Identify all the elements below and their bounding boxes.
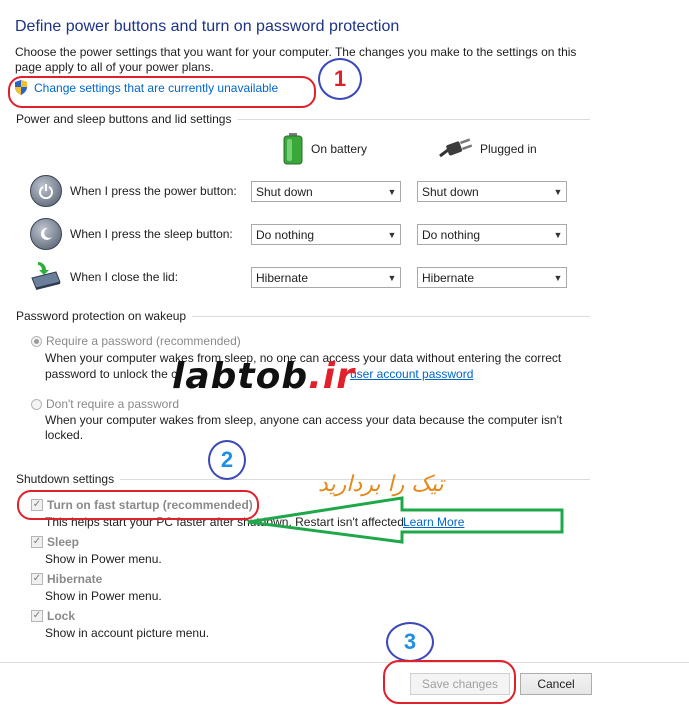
select-value: Do nothing [256, 227, 315, 242]
annotation-note: تیک را بردارید [318, 472, 444, 497]
power-section-header: Power and sleep buttons and lid settings [16, 112, 590, 126]
chevron-down-icon: ▼ [553, 229, 563, 240]
require-password-label: Require a password (recommended) [46, 334, 241, 348]
column-plugged-in-label: Plugged in [480, 142, 537, 156]
green-arrow [247, 496, 564, 544]
highlight-save-changes [383, 660, 516, 704]
require-password-radio[interactable]: Require a password (recommended) [31, 334, 241, 348]
require-password-desc-2-text: password to unlock the c [45, 367, 178, 381]
radio-empty-icon [31, 398, 42, 410]
sleep-button-row-label: When I press the sleep button: [70, 227, 233, 241]
hibernate-label: Hibernate [47, 572, 103, 586]
step-2-marker: 2 [208, 440, 246, 480]
chevron-down-icon: ▼ [553, 186, 563, 197]
watermark-main: labtob [172, 356, 309, 397]
checkmark-icon: ✓ [31, 536, 43, 548]
sleep-label: Sleep [47, 535, 80, 549]
dont-require-password-radio[interactable]: Don't require a password [31, 397, 179, 411]
sleep-button-icon [30, 218, 62, 250]
sleep-button-battery-select[interactable]: Do nothing ▼ [251, 224, 401, 245]
password-section-header: Password protection on wakeup [16, 309, 590, 323]
dont-require-password-desc: When your computer wakes from sleep, any… [45, 413, 563, 442]
watermark-suffix: .ir [308, 356, 355, 397]
sleep-button-plugged-select[interactable]: Do nothing ▼ [417, 224, 567, 245]
lock-desc: Show in account picture menu. [45, 626, 210, 640]
select-value: Hibernate [422, 270, 475, 285]
plug-icon [439, 138, 472, 158]
checkmark-icon: ✓ [31, 573, 43, 585]
radio-selected-icon [31, 335, 42, 347]
user-account-password-link[interactable]: user account password [350, 367, 473, 381]
cancel-button[interactable]: Cancel [520, 673, 592, 695]
chevron-down-icon: ▼ [553, 272, 563, 283]
select-value: Hibernate [256, 270, 309, 285]
lock-label: Lock [47, 609, 76, 623]
power-button-row-label: When I press the power button: [70, 184, 237, 198]
page-description: Choose the power settings that you want … [15, 45, 577, 74]
shutdown-section-title: Shutdown settings [16, 472, 115, 486]
column-on-battery: On battery [283, 133, 367, 165]
footer-divider [0, 662, 689, 663]
lock-checkbox[interactable]: ✓ Lock [31, 609, 75, 623]
watermark: labtob.ir [172, 356, 355, 397]
sleep-checkbox[interactable]: ✓ Sleep [31, 535, 79, 549]
step-1-marker: 1 [318, 58, 362, 100]
require-password-desc-2: password to unlock the c [45, 367, 177, 381]
select-value: Do nothing [422, 227, 481, 242]
power-button-plugged-select[interactable]: Shut down ▼ [417, 181, 567, 202]
power-button-battery-select[interactable]: Shut down ▼ [251, 181, 401, 202]
hibernate-checkbox[interactable]: ✓ Hibernate [31, 572, 102, 586]
hibernate-desc: Show in Power menu. [45, 589, 162, 603]
lid-plugged-select[interactable]: Hibernate ▼ [417, 267, 567, 288]
select-value: Shut down [256, 184, 313, 199]
lid-row-label: When I close the lid: [70, 270, 179, 284]
power-button-icon [30, 175, 62, 207]
highlight-fast-startup [17, 490, 259, 520]
chevron-down-icon: ▼ [387, 272, 397, 283]
select-value: Shut down [422, 184, 479, 199]
chevron-down-icon: ▼ [387, 229, 397, 240]
chevron-down-icon: ▼ [387, 186, 397, 197]
power-section-title: Power and sleep buttons and lid settings [16, 112, 232, 126]
step-3-marker: 3 [386, 622, 434, 662]
shutdown-section-header: Shutdown settings [16, 472, 590, 486]
column-plugged-in: Plugged in [438, 138, 537, 160]
checkmark-icon: ✓ [31, 610, 43, 622]
lid-battery-select[interactable]: Hibernate ▼ [251, 267, 401, 288]
highlight-change-settings [8, 76, 316, 108]
page-title: Define power buttons and turn on passwor… [15, 18, 400, 35]
dont-require-password-label: Don't require a password [46, 397, 180, 411]
sleep-desc: Show in Power menu. [45, 552, 162, 566]
battery-icon [283, 133, 303, 165]
column-on-battery-label: On battery [311, 142, 368, 156]
laptop-lid-icon [31, 262, 61, 290]
password-section-title: Password protection on wakeup [16, 309, 187, 323]
